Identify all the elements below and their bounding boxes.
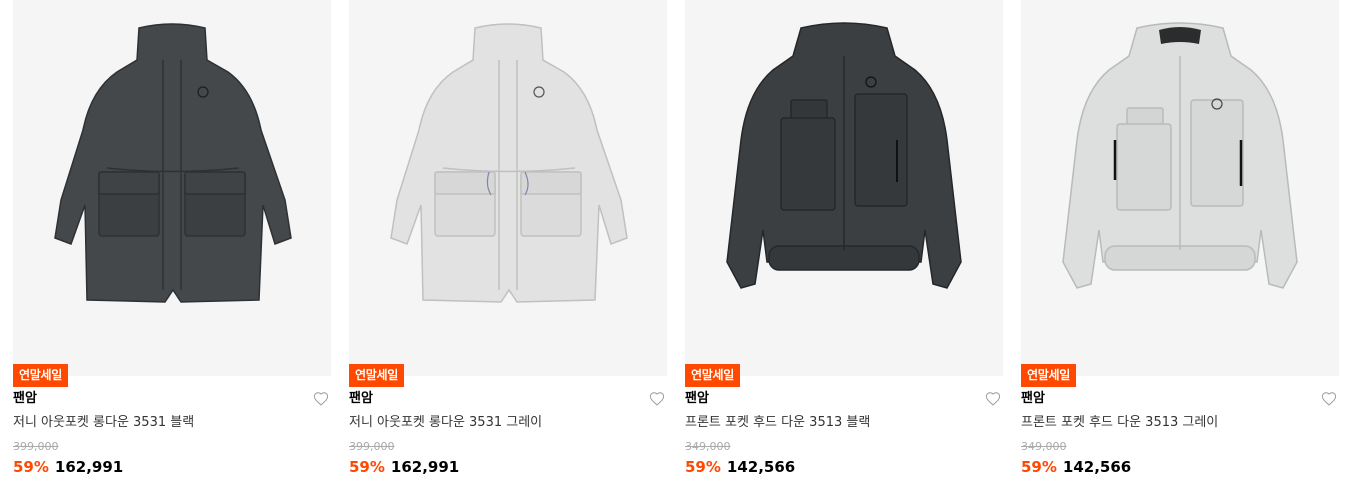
original-price: 399,000 — [13, 440, 59, 453]
price-row: 59% 162,991 — [349, 457, 459, 477]
product-name[interactable]: 저니 아웃포켓 롱다운 3531 그레이 — [349, 414, 542, 432]
product-name[interactable]: 프론트 포켓 후드 다운 3513 그레이 — [1021, 414, 1218, 432]
product-name[interactable]: 저니 아웃포켓 롱다운 3531 블랙 — [13, 414, 194, 432]
product-card[interactable]: 연말세일 팬암 저니 아웃포켓 롱다운 3531 그레이 399,000 59%… — [349, 0, 667, 484]
product-card[interactable]: 연말세일 팬암 저니 아웃포켓 롱다운 3531 블랙 399,000 59% 1… — [13, 0, 331, 484]
discount-rate: 59% — [1021, 458, 1057, 476]
product-card[interactable]: 연말세일 팬암 프론트 포켓 후드 다운 3513 블랙 349,000 59%… — [685, 0, 1003, 484]
brand-name[interactable]: 팬암 — [349, 390, 373, 408]
long-down-coat-black-icon — [54, 23, 292, 303]
original-price: 349,000 — [1021, 440, 1067, 453]
brand-name[interactable]: 팬암 — [685, 390, 709, 408]
product-card[interactable]: 연말세일 팬암 프론트 포켓 후드 다운 3513 그레이 349,000 59… — [1021, 0, 1339, 484]
sale-price: 162,991 — [390, 458, 460, 476]
original-price: 349,000 — [685, 440, 731, 453]
brand-name[interactable]: 팬암 — [13, 390, 37, 408]
hooded-down-jacket-black-icon — [726, 22, 962, 289]
heart-outline-icon[interactable] — [985, 391, 1001, 407]
product-image[interactable] — [685, 0, 1003, 376]
long-down-coat-gray-icon — [390, 23, 628, 303]
sale-badge: 연말세일 — [13, 364, 68, 387]
product-grid: 연말세일 팬암 저니 아웃포켓 롱다운 3531 블랙 399,000 59% 1… — [0, 0, 1348, 484]
product-name[interactable]: 프론트 포켓 후드 다운 3513 블랙 — [685, 414, 870, 432]
sale-badge: 연말세일 — [685, 364, 740, 387]
product-image[interactable] — [349, 0, 667, 376]
price-row: 59% 142,566 — [685, 457, 795, 477]
sale-price: 142,566 — [726, 458, 796, 476]
product-image[interactable] — [13, 0, 331, 376]
discount-rate: 59% — [349, 458, 385, 476]
sale-price: 142,566 — [1062, 458, 1132, 476]
hooded-down-jacket-gray-icon — [1062, 22, 1298, 289]
heart-outline-icon[interactable] — [1321, 391, 1337, 407]
product-image[interactable] — [1021, 0, 1339, 376]
brand-name[interactable]: 팬암 — [1021, 390, 1045, 408]
heart-outline-icon[interactable] — [649, 391, 665, 407]
original-price: 399,000 — [349, 440, 395, 453]
sale-price: 162,991 — [54, 458, 124, 476]
price-row: 59% 162,991 — [13, 457, 123, 477]
heart-outline-icon[interactable] — [313, 391, 329, 407]
price-row: 59% 142,566 — [1021, 457, 1131, 477]
sale-badge: 연말세일 — [1021, 364, 1076, 387]
discount-rate: 59% — [13, 458, 49, 476]
discount-rate: 59% — [685, 458, 721, 476]
sale-badge: 연말세일 — [349, 364, 404, 387]
